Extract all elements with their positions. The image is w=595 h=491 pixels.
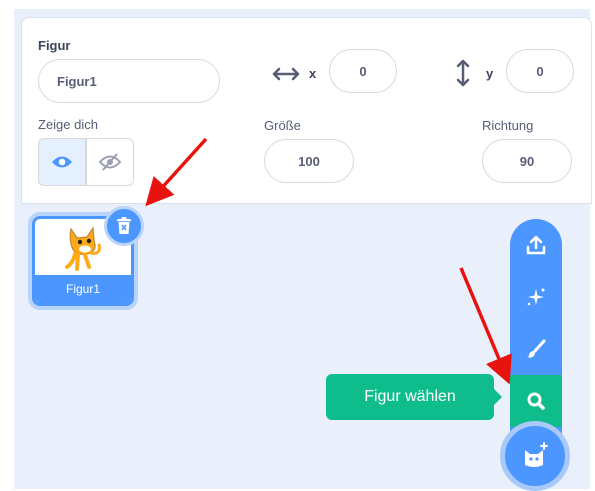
arrow-to-search [459,267,512,385]
arrow-to-trash [145,137,208,207]
annotation-arrows [145,137,512,385]
